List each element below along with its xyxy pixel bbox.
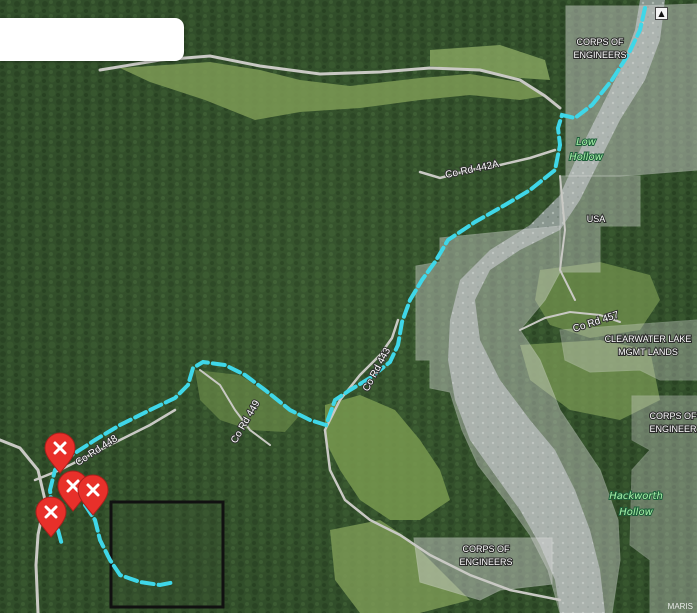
land-label-line: CLEARWATER LAKE xyxy=(605,334,692,344)
place-label-line: Hackworth xyxy=(609,491,663,502)
land-label-line: ENGINEERS xyxy=(459,557,512,567)
land-label-line: CORPS OF xyxy=(576,37,624,47)
search-box[interactable] xyxy=(0,18,184,61)
land-label-line: MGMT LANDS xyxy=(618,347,678,357)
public-land-corps-top xyxy=(565,3,697,177)
compass-icon[interactable]: ▲ xyxy=(655,7,668,20)
place-label-line: Hollow xyxy=(569,152,603,163)
land-label-line: ENGINEERS xyxy=(573,50,626,60)
land-label-line: CORPS OF xyxy=(462,544,510,554)
place-label-line: Hollow xyxy=(619,507,653,518)
property-parcel-outline[interactable] xyxy=(109,500,225,609)
place-label-line: Low xyxy=(576,137,597,148)
land-label-line: CORPS OF xyxy=(649,411,697,421)
map-canvas[interactable]: CORPS OF ENGINEERS USA CLEARWATER LAKE M… xyxy=(0,0,697,613)
map-attribution: MARIS xyxy=(667,602,693,611)
land-label-usa: USA xyxy=(587,214,606,224)
satellite-map[interactable]: CORPS OF ENGINEERS USA CLEARWATER LAKE M… xyxy=(0,0,697,613)
land-label-line: ENGINEER xyxy=(649,424,697,434)
